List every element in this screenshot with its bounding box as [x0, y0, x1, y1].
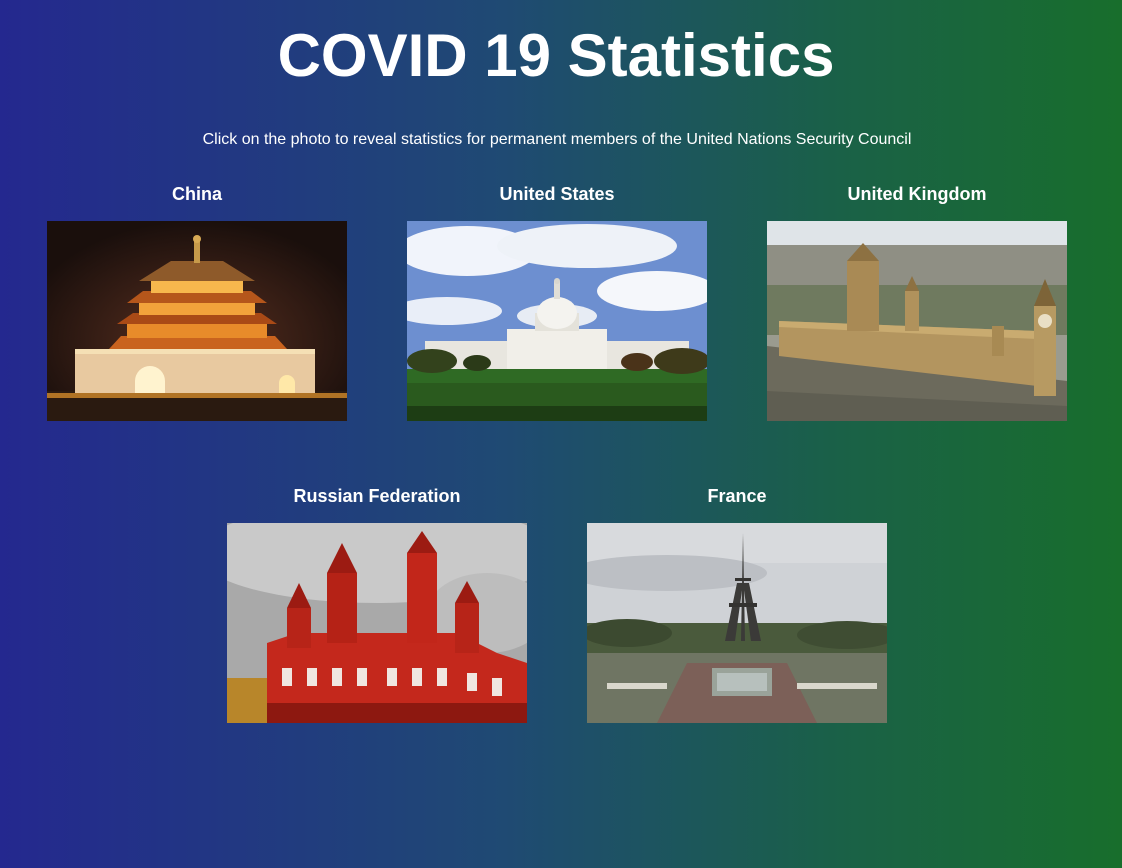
- country-name: France: [707, 486, 767, 506]
- country-card-france: France: [587, 485, 887, 723]
- country-photo-russian-federation[interactable]: [227, 523, 527, 723]
- capitol-photo: [407, 221, 707, 421]
- country-card-united-kingdom: United Kingdom: [767, 183, 1067, 421]
- eiffel-tower-photo: [587, 523, 887, 723]
- page-instructions: Click on the photo to reveal statistics …: [202, 131, 912, 148]
- historical-museum-photo: [227, 523, 527, 723]
- country-card-united-states: United States: [407, 183, 707, 421]
- westminster-photo: [767, 221, 1067, 421]
- country-photo-china[interactable]: [47, 221, 347, 421]
- country-card-china: China: [47, 183, 347, 421]
- country-name: United Kingdom: [847, 184, 987, 204]
- bell-tower-photo: [47, 221, 347, 421]
- country-photo-united-states[interactable]: [407, 221, 707, 421]
- country-name: United States: [499, 184, 615, 204]
- country-name: Russian Federation: [293, 486, 461, 506]
- country-card-russian-federation: Russian Federation: [227, 485, 527, 723]
- page-title: COVID 19 Statistics: [277, 22, 835, 89]
- country-photo-united-kingdom[interactable]: [767, 221, 1067, 421]
- country-photo-france[interactable]: [587, 523, 887, 723]
- country-name: China: [171, 184, 222, 204]
